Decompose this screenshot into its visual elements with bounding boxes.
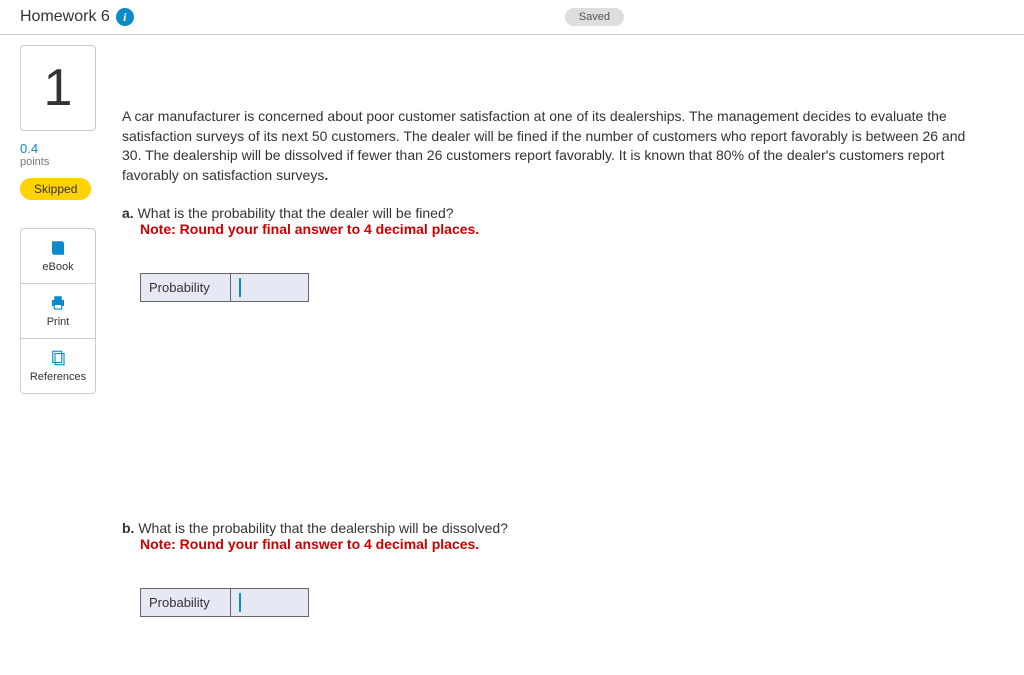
part-b-note: Note: Round your final answer to 4 decim… bbox=[140, 536, 1004, 552]
part-a-table: Probability bbox=[140, 273, 309, 302]
book-icon bbox=[25, 239, 91, 257]
probability-label-b: Probability bbox=[141, 589, 231, 617]
part-a-label: a. bbox=[122, 205, 134, 221]
print-button[interactable]: Print bbox=[21, 284, 95, 339]
part-b: b. What is the probability that the deal… bbox=[122, 520, 1004, 617]
side-tools: eBook Print References bbox=[20, 228, 96, 394]
print-icon bbox=[25, 294, 91, 312]
content-area: 1 0.4 points Skipped eBook Print Ref bbox=[0, 35, 1024, 675]
points-value: 0.4 bbox=[20, 141, 98, 156]
ebook-button[interactable]: eBook bbox=[21, 229, 95, 284]
references-icon bbox=[25, 349, 91, 367]
part-a-note: Note: Round your final answer to 4 decim… bbox=[140, 221, 1004, 237]
part-a: a. What is the probability that the deal… bbox=[122, 205, 1004, 302]
part-a-question: a. What is the probability that the deal… bbox=[122, 205, 1004, 221]
problem-statement: A car manufacturer is concerned about po… bbox=[122, 107, 982, 185]
table-row: Probability bbox=[141, 274, 309, 302]
spacer bbox=[122, 320, 1004, 520]
part-b-question: b. What is the probability that the deal… bbox=[122, 520, 1004, 536]
info-icon[interactable]: i bbox=[116, 8, 134, 26]
ebook-label: eBook bbox=[42, 261, 73, 273]
part-b-table: Probability bbox=[140, 588, 309, 617]
question-main: A car manufacturer is concerned about po… bbox=[122, 45, 1004, 635]
question-sidebar: 1 0.4 points Skipped eBook Print Ref bbox=[20, 45, 98, 635]
points-label: points bbox=[20, 156, 98, 168]
references-label: References bbox=[30, 371, 86, 383]
saved-badge: Saved bbox=[565, 8, 624, 26]
question-number: 1 bbox=[20, 45, 96, 131]
table-row: Probability bbox=[141, 589, 309, 617]
print-label: Print bbox=[47, 316, 70, 328]
probability-label-a: Probability bbox=[141, 274, 231, 302]
status-badge: Skipped bbox=[20, 178, 91, 200]
part-a-text: What is the probability that the dealer … bbox=[134, 205, 454, 221]
references-button[interactable]: References bbox=[21, 339, 95, 393]
homework-title: Homework 6 bbox=[20, 8, 110, 26]
probability-input-b[interactable] bbox=[239, 593, 300, 612]
part-b-text: What is the probability that the dealers… bbox=[134, 520, 508, 536]
part-b-label: b. bbox=[122, 520, 134, 536]
top-bar: Homework 6 i Saved bbox=[0, 0, 1024, 35]
probability-input-a[interactable] bbox=[239, 278, 300, 297]
